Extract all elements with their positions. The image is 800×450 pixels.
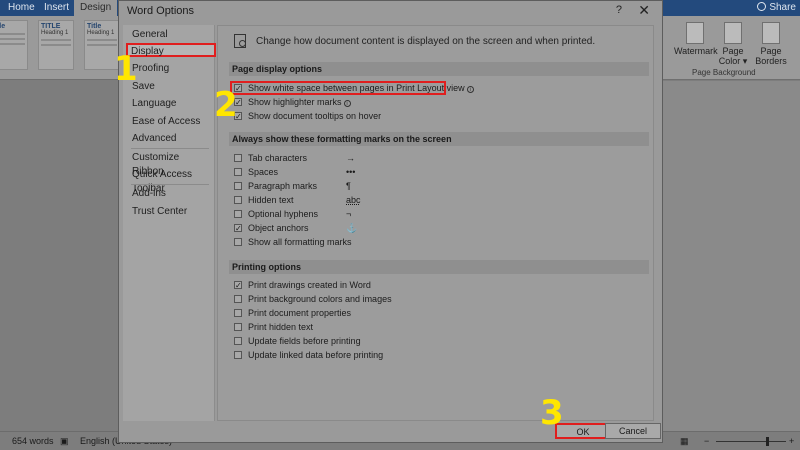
help-icon[interactable]: ? [616, 4, 622, 16]
step-3-marker: 3 [540, 393, 564, 433]
option-label: Print hidden text [248, 322, 314, 332]
checkbox[interactable] [234, 337, 242, 345]
option-label: Paragraph marks [248, 181, 318, 191]
nav-item-quick-access-toolbar[interactable]: Quick Access Toolbar [129, 168, 217, 194]
share-button[interactable]: Share [757, 0, 796, 16]
option-label: Show highlighter marks [248, 97, 342, 107]
nav-divider [131, 148, 209, 149]
nav-item-trust-center[interactable]: Trust Center [129, 205, 209, 219]
zoom-slider-thumb[interactable] [766, 437, 769, 446]
page-borders-label: Page Borders [755, 46, 787, 66]
nav-divider [131, 184, 209, 185]
zoom-slider[interactable] [716, 441, 786, 442]
nav-item-advanced[interactable]: Advanced [129, 132, 209, 146]
page-color-button[interactable]: Page Color ▾ [716, 22, 750, 66]
dialog-title: Word Options [127, 5, 195, 17]
checkbox[interactable] [234, 182, 242, 190]
section-header-printing: Printing options [229, 260, 649, 274]
proofing-icon[interactable]: ▣ [60, 436, 69, 447]
tab-insert[interactable]: Insert [38, 0, 75, 16]
magnifier-document-icon [234, 34, 246, 48]
option-label: Print drawings created in Word [248, 280, 371, 290]
checkbox[interactable] [234, 279, 242, 292]
option-label: Hidden text [248, 195, 294, 205]
hidden-text-icon: abc [346, 195, 361, 205]
tab-home[interactable]: Home [2, 0, 41, 16]
theme-option[interactable]: itle [0, 20, 28, 70]
checkbox[interactable] [234, 168, 242, 176]
word-count[interactable]: 654 words [12, 436, 54, 446]
nav-item-general[interactable]: General [129, 28, 209, 42]
checkbox[interactable] [234, 196, 242, 204]
cancel-button[interactable]: Cancel [605, 423, 661, 439]
nav-item-customize-ribbon[interactable]: Customize Ribbon [129, 151, 209, 177]
section-header-formatting-marks: Always show these formatting marks on th… [229, 132, 649, 146]
theme-title: itle [0, 23, 6, 30]
theme-title: TITLE [41, 23, 61, 30]
option-label: Tab characters [248, 153, 308, 163]
nav-item-add-ins[interactable]: Add-ins [129, 187, 209, 201]
pilcrow-icon: ¶ [346, 181, 351, 191]
space-mark-icon: ••• [346, 167, 356, 177]
section-header-page-display: Page display options [229, 62, 649, 76]
nav-item-proofing[interactable]: Proofing [129, 62, 209, 76]
checkbox[interactable] [234, 351, 242, 359]
hyphen-mark-icon: ¬ [346, 209, 352, 219]
page-color-label: Page Color ▾ [718, 46, 748, 66]
checkbox[interactable] [234, 323, 242, 331]
ribbon-group-label: Page Background [692, 68, 756, 77]
watermark-label: Watermark [674, 46, 718, 56]
checkbox[interactable] [234, 222, 242, 235]
option-label: Spaces [248, 167, 279, 177]
tab-mark-icon: → [346, 153, 355, 163]
option-label: Object anchors [248, 223, 309, 233]
checkbox[interactable] [234, 295, 242, 303]
page-color-icon [724, 22, 742, 44]
nav-item-language[interactable]: Language [129, 97, 209, 111]
option-label: Show white space between pages in Print … [248, 83, 465, 93]
step-1-marker: 1 [114, 49, 138, 89]
info-icon: i [466, 86, 474, 93]
theme-sub: Heading 1 [87, 30, 115, 36]
anchor-icon: ⚓ [346, 223, 358, 233]
theme-sub: Heading 1 [41, 30, 69, 36]
close-icon[interactable]: ✕ [638, 2, 650, 19]
intro-text: Change how document content is displayed… [256, 36, 596, 47]
option-label: Update fields before printing [248, 336, 361, 346]
option-label: Print document properties [248, 308, 352, 318]
zoom-in-icon[interactable]: + [789, 436, 794, 446]
option-label: Update linked data before printing [248, 350, 384, 360]
nav-item-ease-of-access[interactable]: Ease of Access [129, 115, 209, 129]
tab-design[interactable]: Design [74, 0, 118, 16]
option-label: Optional hyphens [248, 209, 319, 219]
option-label: Show all formatting marks [248, 237, 352, 247]
checkbox[interactable] [234, 210, 242, 218]
display-options-panel: Change how document content is displayed… [217, 25, 654, 421]
page-borders-icon [762, 22, 780, 44]
watermark-icon [686, 22, 704, 44]
person-icon [757, 2, 767, 11]
checkbox[interactable] [234, 309, 242, 317]
zoom-out-icon[interactable]: − [704, 436, 709, 446]
page-borders-button[interactable]: Page Borders [754, 22, 788, 66]
word-options-dialog: Word Options ? ✕ General Display Proofin… [118, 0, 663, 443]
nav-item-display[interactable]: Display [126, 43, 216, 57]
option-label: Show document tooltips on hover [248, 111, 382, 121]
nav-item-save[interactable]: Save [129, 80, 209, 94]
checkbox[interactable] [234, 154, 242, 162]
step-2-marker: 2 [214, 85, 238, 125]
watermark-button[interactable]: Watermark [674, 22, 718, 56]
share-label: Share [769, 2, 796, 13]
theme-option[interactable]: TITLE Heading 1 [38, 20, 74, 70]
view-mode-icon[interactable]: ▦ [680, 436, 689, 447]
theme-title: Title [87, 23, 102, 30]
checkbox[interactable] [234, 238, 242, 246]
info-icon: i [343, 100, 351, 107]
option-label: Print background colors and images [248, 294, 392, 304]
